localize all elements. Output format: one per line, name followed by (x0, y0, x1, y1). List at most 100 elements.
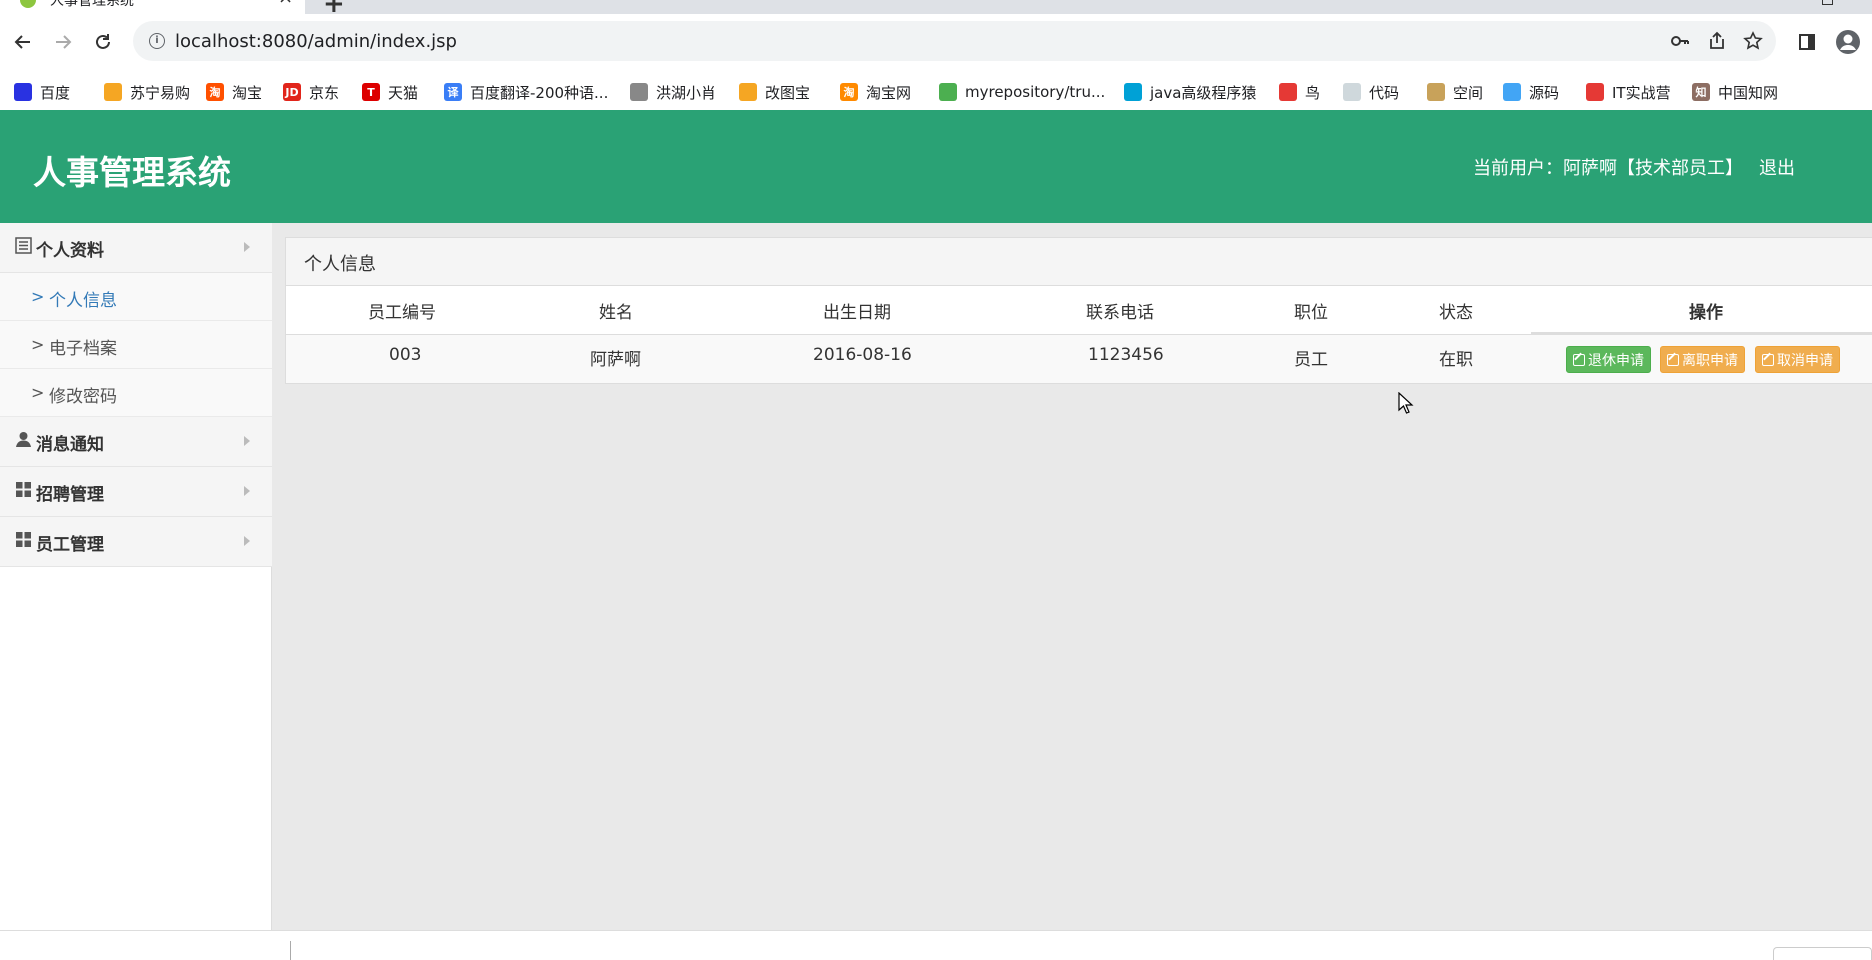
cell-name: 阿萨啊 (590, 350, 641, 370)
retire-request-label: 退休申请 (1588, 352, 1644, 369)
address-bar[interactable]: i localhost:8080/admin/index.jsp (133, 21, 1776, 61)
site-info-icon[interactable]: i (149, 33, 165, 49)
column-header-id: 员工编号 (368, 303, 436, 323)
mouse-cursor-icon (1398, 392, 1414, 414)
bookmark-item[interactable]: 鸟 (1279, 80, 1320, 104)
main-content: 个人信息 员工编号 姓名 出生日期 联系电话 职位 状态 操作 003 阿萨啊 … (272, 223, 1872, 930)
personal-info-panel: 个人信息 员工编号 姓名 出生日期 联系电话 职位 状态 操作 003 阿萨啊 … (285, 237, 1872, 384)
target-icon (1586, 83, 1604, 101)
resign-request-button[interactable]: 离职申请 (1660, 346, 1745, 373)
bottom-strip (0, 930, 1872, 960)
bookmark-item[interactable]: T 天猫 (362, 80, 418, 104)
grid-icon (16, 482, 31, 497)
cancel-request-button[interactable]: 取消申请 (1755, 346, 1840, 373)
panel-header: 个人信息 (286, 238, 1872, 286)
new-tab-button[interactable]: + (323, 0, 345, 17)
bookmark-item[interactable]: java高级程序猿 (1124, 80, 1256, 104)
sidebar-group-recruitment[interactable]: 招聘管理 (0, 467, 272, 517)
bilibili-icon (1124, 83, 1142, 101)
key-icon[interactable] (1668, 29, 1692, 53)
bookmark-label: 鸟 (1305, 83, 1321, 102)
back-arrow-icon (14, 35, 30, 49)
bookmark-item[interactable]: myrepository/tru... (939, 80, 1105, 104)
bookmark-item[interactable]: 改图宝 (739, 80, 810, 104)
caret-right-icon (244, 536, 250, 546)
bookmark-label: 苏宁易购 (130, 83, 191, 102)
sidebar-item-e-archive[interactable]: > 电子档案 (0, 321, 272, 369)
retire-request-button[interactable]: 退休申请 (1566, 346, 1651, 373)
sidebar-item-personal-info[interactable]: > 个人信息 (0, 273, 272, 321)
bookmark-item[interactable]: 淘淘宝网 (840, 80, 911, 104)
bookmark-label: 百度翻译-200种语... (470, 83, 609, 102)
bookmark-item[interactable]: 译百度翻译-200种语... (444, 80, 608, 104)
bookmark-label: 京东 (309, 83, 340, 102)
tab-close-icon[interactable]: × (278, 0, 293, 7)
app-title: 人事管理系统 (33, 153, 231, 192)
bookmark-item[interactable]: IT实战营 (1586, 80, 1671, 104)
browser-tab[interactable]: 人事管理系统 × (0, 0, 305, 14)
bookmarks-bar: 百度 苏宁易购淘淘宝 JD 京东 T 天猫 译百度翻译-200种语... 洪湖小肖 改图宝 淘淘宝… (0, 74, 1872, 110)
bookmark-item[interactable]: 知中国知网 (1692, 80, 1778, 104)
bookmark-label: 中国知网 (1718, 83, 1779, 102)
bottom-panel-edge (1773, 947, 1872, 960)
grid-icon (16, 532, 31, 547)
caret-right-icon (244, 436, 250, 446)
column-header-birth: 出生日期 (823, 303, 891, 323)
cell-phone: 1123456 (1088, 345, 1164, 365)
bookmark-label: 淘宝 (232, 83, 263, 102)
sidebar-item-change-password[interactable]: > 修改密码 (0, 369, 272, 417)
edit-icon (1667, 353, 1679, 366)
column-header-status: 状态 (1439, 303, 1473, 323)
bookmark-item[interactable]: 淘淘宝 (206, 80, 262, 104)
sidebar-group-notifications[interactable]: 消息通知 (0, 417, 272, 467)
bookmark-label: 百度 (40, 83, 71, 102)
caret-right-icon (244, 486, 250, 496)
sidebar-group-profile[interactable]: 个人资料 (0, 223, 272, 273)
bookmark-item[interactable]: 空间 (1427, 80, 1483, 104)
resign-request-label: 离职申请 (1682, 352, 1738, 369)
window-restore-icon[interactable] (1822, 0, 1833, 5)
forward-button[interactable] (49, 28, 77, 56)
star-icon[interactable] (1741, 29, 1765, 53)
share-icon[interactable] (1705, 29, 1729, 53)
browser-tab-strip: 人事管理系统 × + (0, 0, 1872, 17)
user-icon (16, 432, 31, 447)
bookmark-item[interactable]: JD 京东 (283, 80, 339, 104)
bookmark-item[interactable]: 洪湖小肖 (630, 80, 716, 104)
divider (290, 941, 291, 960)
sidebar-group-employees[interactable]: 员工管理 (0, 517, 272, 567)
caret-right-icon (244, 242, 250, 252)
bookmark-item[interactable]: 百度 (14, 80, 70, 104)
cell-id: 003 (389, 345, 422, 365)
panel-title: 个人信息 (304, 254, 376, 275)
bookmark-label: 洪湖小肖 (656, 83, 717, 102)
chevron-right-icon: > (31, 335, 45, 354)
logout-link[interactable]: 退出 (1759, 154, 1795, 180)
profile-button[interactable] (1834, 28, 1862, 56)
column-header-phone: 联系电话 (1086, 303, 1154, 323)
sidebar-item-label: 个人信息 (49, 291, 117, 311)
cell-position: 员工 (1294, 350, 1328, 370)
tab-title: 人事管理系统 (50, 0, 134, 9)
reload-button[interactable] (89, 28, 117, 56)
bookmark-label: 淘宝网 (866, 83, 912, 102)
bookmark-item[interactable]: 代码 (1343, 80, 1399, 104)
folder-icon (739, 83, 757, 101)
bookmark-label: IT实战营 (1612, 83, 1671, 102)
bookmark-label: 改图宝 (765, 83, 811, 102)
forward-arrow-icon (56, 35, 72, 49)
bookmark-item[interactable]: 源码 (1503, 80, 1559, 104)
tmall-icon: T (362, 83, 380, 101)
bookmark-label: 源码 (1529, 83, 1560, 102)
back-button[interactable] (9, 28, 37, 56)
bird-icon (630, 83, 648, 101)
edit-icon (1762, 353, 1774, 366)
column-header-actions: 操作 (1689, 303, 1723, 323)
bookmark-item[interactable]: 苏宁易购 (104, 80, 190, 104)
side-panel-button[interactable] (1793, 28, 1821, 56)
sidebar-group-label: 员工管理 (36, 535, 104, 555)
sidebar-group-label: 个人资料 (36, 241, 104, 261)
leaf-icon (1343, 83, 1361, 101)
url-text[interactable]: localhost:8080/admin/index.jsp (175, 31, 457, 52)
sidebar-group-label: 消息通知 (36, 435, 104, 455)
